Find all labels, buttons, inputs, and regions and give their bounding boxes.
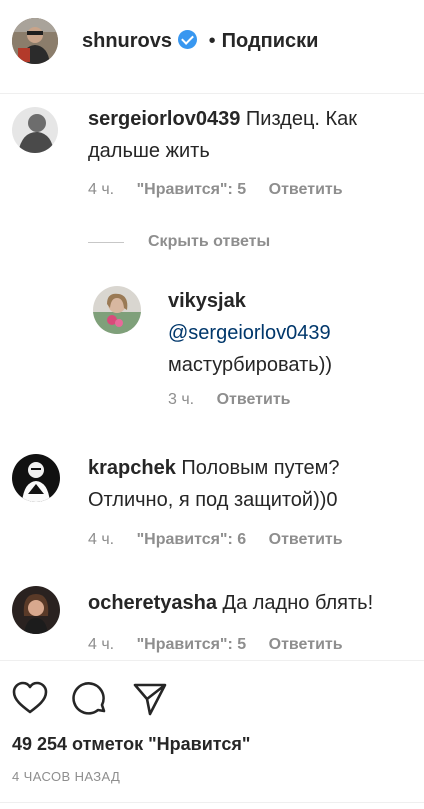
comment-text: krapchek Половым путем? Отлично, я под з… [88,452,408,516]
post-timestamp: 4 ЧАСОВ НАЗАД [12,769,121,784]
comment-username[interactable]: sergeiorlov0439 [88,108,240,130]
comment-likes[interactable]: "Нравится": 5 [137,636,247,653]
hide-replies-button[interactable]: Скрыть ответы [148,233,270,251]
author-avatar[interactable] [12,18,58,64]
post-header: shnurovs • Подписки [0,0,424,94]
reply-body: мастурбировать)) [168,354,333,376]
bottom-divider [0,802,424,803]
verified-badge-icon [178,30,198,49]
action-bar [0,660,424,661]
comment-time: 4 ч. [88,181,115,198]
comment-meta: 4 ч. "Нравится": 5 Ответить [88,636,361,654]
comment-time: 4 ч. [88,531,115,548]
comment-bubble-icon[interactable] [72,681,108,722]
heart-icon[interactable] [12,681,48,720]
following-button[interactable]: Подписки [222,30,319,52]
comment-username[interactable]: krapchek [88,457,176,479]
commenter-avatar[interactable] [12,454,60,502]
replies-divider [88,242,124,243]
reply-button[interactable]: Ответить [217,391,291,408]
reply-button[interactable]: Ответить [269,636,343,653]
header-separator: • [208,30,216,52]
reply-button[interactable]: Ответить [269,181,343,198]
commenter-avatar[interactable] [12,586,60,634]
comment-username[interactable]: ocheretyasha [88,592,217,614]
commenter-avatar[interactable] [12,107,58,153]
paper-plane-icon[interactable] [132,681,168,722]
reply-username[interactable]: vikysjak [168,290,246,312]
mention-link[interactable]: @sergeiorlov0439 [168,322,331,344]
likes-count[interactable]: 49 254 отметок "Нравится" [12,734,250,755]
comment-time: 4 ч. [88,636,115,653]
header-text: shnurovs • Подписки [82,28,318,54]
comment-likes[interactable]: "Нравится": 5 [137,181,247,198]
comment-meta: 4 ч. "Нравится": 5 Ответить [88,181,361,199]
comment-text: sergeiorlov0439 Пиздец. Как дальше жить [88,103,408,167]
reply-time: 3 ч. [168,391,195,408]
author-username[interactable]: shnurovs [82,30,172,52]
reply-avatar[interactable] [93,286,141,334]
reply-button[interactable]: Ответить [269,531,343,548]
comment-text: ocheretyasha Да ладно блять! [88,587,408,619]
comment-likes[interactable]: "Нравится": 6 [137,531,247,548]
reply-text: vikysjak @sergeiorlov0439 мастурбировать… [168,285,408,381]
comment-body: Да ладно блять! [222,592,374,614]
comment-meta: 4 ч. "Нравится": 6 Ответить [88,531,361,549]
reply-meta: 3 ч. Ответить [168,391,309,409]
